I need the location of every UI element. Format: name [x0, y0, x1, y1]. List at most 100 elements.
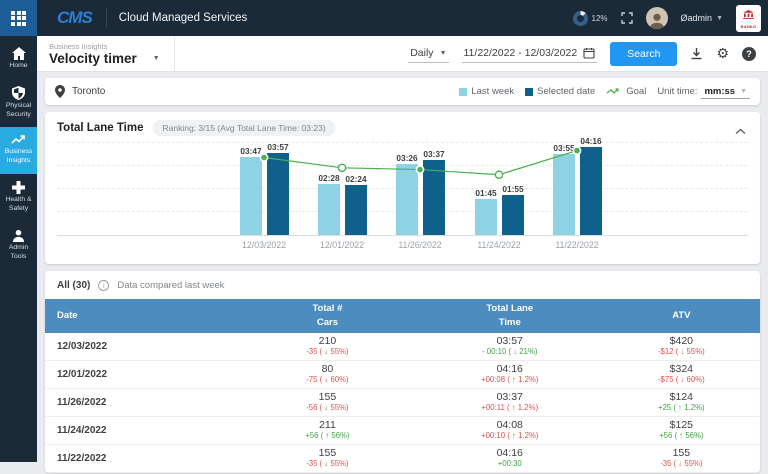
- cell-value: 03:37: [417, 391, 603, 403]
- legend-item-last-week[interactable]: Last week: [459, 86, 514, 97]
- sidebar-item-business-insights[interactable]: Business Insights: [0, 127, 37, 174]
- app-launcher-button[interactable]: [0, 0, 37, 36]
- legend-label: Selected date: [537, 86, 595, 97]
- data-table-card: All (30) i Data compared last week Date …: [45, 271, 760, 473]
- user-menu[interactable]: Øadmin ▼: [681, 13, 723, 23]
- cell-cars: 155-56 ( ↓ 55%): [238, 391, 417, 412]
- x-axis-label: 12/03/2022: [242, 240, 286, 250]
- cell-delta: +25 ( ↑ 1.2%): [603, 403, 760, 412]
- cell-value: 155: [603, 447, 760, 459]
- cell-delta: +00:11 ( ↑ 1.2%): [417, 403, 603, 412]
- cell-value: 03:57: [417, 335, 603, 347]
- location-selector[interactable]: Toronto: [55, 85, 105, 98]
- x-axis-label: 11/24/2022: [477, 240, 520, 250]
- chevron-down-icon: ▼: [716, 15, 723, 22]
- cell-value: 155: [238, 447, 417, 459]
- legend-item-goal[interactable]: Goal: [606, 86, 646, 97]
- partner-logo-badge[interactable]: BANKO: [736, 5, 761, 32]
- bank-icon: [743, 7, 754, 23]
- cell-delta: -$75 ( ↓ 60%): [603, 375, 760, 384]
- bar-chart-plot[interactable]: 03:4702:2803:2601:4503:5503:5702:2403:37…: [57, 142, 748, 258]
- app-title: Cloud Managed Services: [119, 12, 248, 24]
- column-header-total-lane-time: Total Lane Time: [417, 299, 603, 333]
- collapse-chevron-up-icon[interactable]: [735, 122, 746, 140]
- table-info-text: Data compared last week: [117, 280, 224, 291]
- legend-label: Last week: [471, 86, 514, 97]
- settings-gear-icon[interactable]: ⚙: [716, 45, 729, 62]
- usage-progress: 12%: [573, 11, 608, 26]
- date-range-input[interactable]: 11/22/2022 - 12/03/2022: [462, 44, 598, 63]
- user-avatar[interactable]: [646, 7, 668, 29]
- sidebar-item-label: Health & Safety: [1, 196, 36, 214]
- sidebar-item-label: Physical Security: [1, 102, 36, 120]
- filter-bar: Toronto Last week Selected date Goal Unit …: [45, 78, 760, 105]
- goal-line-icon: [606, 87, 622, 96]
- cell-value: $124: [603, 391, 760, 403]
- cell-date: 11/24/2022: [45, 425, 238, 436]
- table-filter-all[interactable]: All (30): [57, 280, 90, 291]
- cell-lane: 04:16+00:08 ( ↑ 1.2%): [417, 363, 603, 384]
- column-header-atv: ATV: [603, 306, 760, 326]
- cell-value: 04:16: [417, 363, 603, 375]
- top-app-bar: CMS Cloud Managed Services 12% Øadmin ▼ …: [0, 0, 768, 36]
- cell-lane: 03:37+00:11 ( ↑ 1.2%): [417, 391, 603, 412]
- chart-icon: [1, 134, 36, 146]
- table-row[interactable]: 12/03/2022210-35 ( ↓ 55%)03:57- 00:10 ( …: [45, 333, 760, 361]
- unit-time-value: mm:ss: [704, 86, 735, 97]
- chevron-down-icon: ▼: [740, 88, 747, 95]
- cell-lane: 04:08+00:10 ( ↑ 1.2%): [417, 419, 603, 440]
- cell-lane: 04:16+00:30: [417, 447, 603, 468]
- location-label: Toronto: [72, 86, 105, 97]
- chevron-down-icon: ▼: [440, 50, 447, 57]
- x-axis-label: 11/22/2022: [555, 240, 598, 250]
- main-content: Toronto Last week Selected date Goal Unit …: [37, 72, 768, 474]
- plus-icon: [1, 181, 36, 194]
- help-icon[interactable]: ?: [742, 47, 756, 61]
- download-icon[interactable]: [690, 47, 703, 60]
- cell-delta: -35 ( ↓ 55%): [603, 459, 760, 468]
- cell-delta: - 00:10 ( ↓ 21%): [417, 347, 603, 356]
- breadcrumb: Business Insights: [49, 42, 160, 51]
- table-row[interactable]: 12/01/202280-75 ( ↓ 60%)04:16+00:08 ( ↑ …: [45, 361, 760, 389]
- unit-time-select[interactable]: mm:ss ▼: [701, 85, 750, 99]
- table-row[interactable]: 11/26/2022155-56 ( ↓ 55%)03:37+00:11 ( ↑…: [45, 389, 760, 417]
- calendar-icon: [583, 47, 595, 59]
- apps-grid-icon: [11, 11, 26, 26]
- cell-delta: +00:08 ( ↑ 1.2%): [417, 375, 603, 384]
- shield-icon: [1, 86, 36, 100]
- cell-atv: $324-$75 ( ↓ 60%): [603, 363, 760, 384]
- chart-legend: Last week Selected date Goal: [459, 86, 646, 97]
- search-button[interactable]: Search: [610, 42, 677, 66]
- table-row[interactable]: 11/22/2022155-35 ( ↓ 55%)04:16+00:30155-…: [45, 445, 760, 473]
- cell-atv: 155-35 ( ↓ 55%): [603, 447, 760, 468]
- cell-value: 210: [238, 335, 417, 347]
- date-range-value: 11/22/2022 - 12/03/2022: [464, 47, 578, 59]
- sidebar-item-health-safety[interactable]: Health & Safety: [0, 174, 37, 222]
- cell-date: 12/03/2022: [45, 341, 238, 352]
- cell-delta: -75 ( ↓ 60%): [238, 375, 417, 384]
- report-selector[interactable]: Business Insights Velocity timer ▼: [37, 36, 175, 71]
- sidebar-item-label: Admin Tools: [1, 244, 36, 262]
- table-header-row: Date Total # Cars Total Lane Time ATV: [45, 299, 760, 333]
- sidebar-item-physical-security[interactable]: Physical Security: [0, 79, 37, 128]
- sidebar-item-admin-tools[interactable]: Admin Tools: [0, 222, 37, 270]
- table-row[interactable]: 11/24/2022211+56 ( ↑ 56%)04:08+00:10 ( ↑…: [45, 417, 760, 445]
- cell-atv: $420-$12 ( ↓ 55%): [603, 335, 760, 356]
- cell-value: $125: [603, 419, 760, 431]
- fullscreen-icon[interactable]: [621, 12, 633, 24]
- sidebar-item-home[interactable]: Home: [0, 40, 37, 79]
- column-header-date: Date: [45, 306, 238, 326]
- unit-time-control: Unit time: mm:ss ▼: [657, 85, 750, 99]
- cell-delta: +00:10 ( ↑ 1.2%): [417, 431, 603, 440]
- user-icon: [1, 229, 36, 242]
- column-header-total-cars: Total # Cars: [238, 299, 417, 333]
- legend-swatch-icon: [525, 88, 533, 96]
- cell-delta: +00:30: [417, 459, 603, 468]
- lane-time-chart-card: Total Lane Time Ranking: 3/15 (Avg Total…: [45, 112, 760, 264]
- progress-donut-icon: [573, 11, 588, 26]
- cell-date: 11/22/2022: [45, 453, 238, 464]
- cell-atv: $125+56 ( ↑ 56%): [603, 419, 760, 440]
- legend-label: Goal: [626, 86, 646, 97]
- legend-item-selected-date[interactable]: Selected date: [525, 86, 595, 97]
- interval-select[interactable]: Daily ▼: [408, 44, 448, 63]
